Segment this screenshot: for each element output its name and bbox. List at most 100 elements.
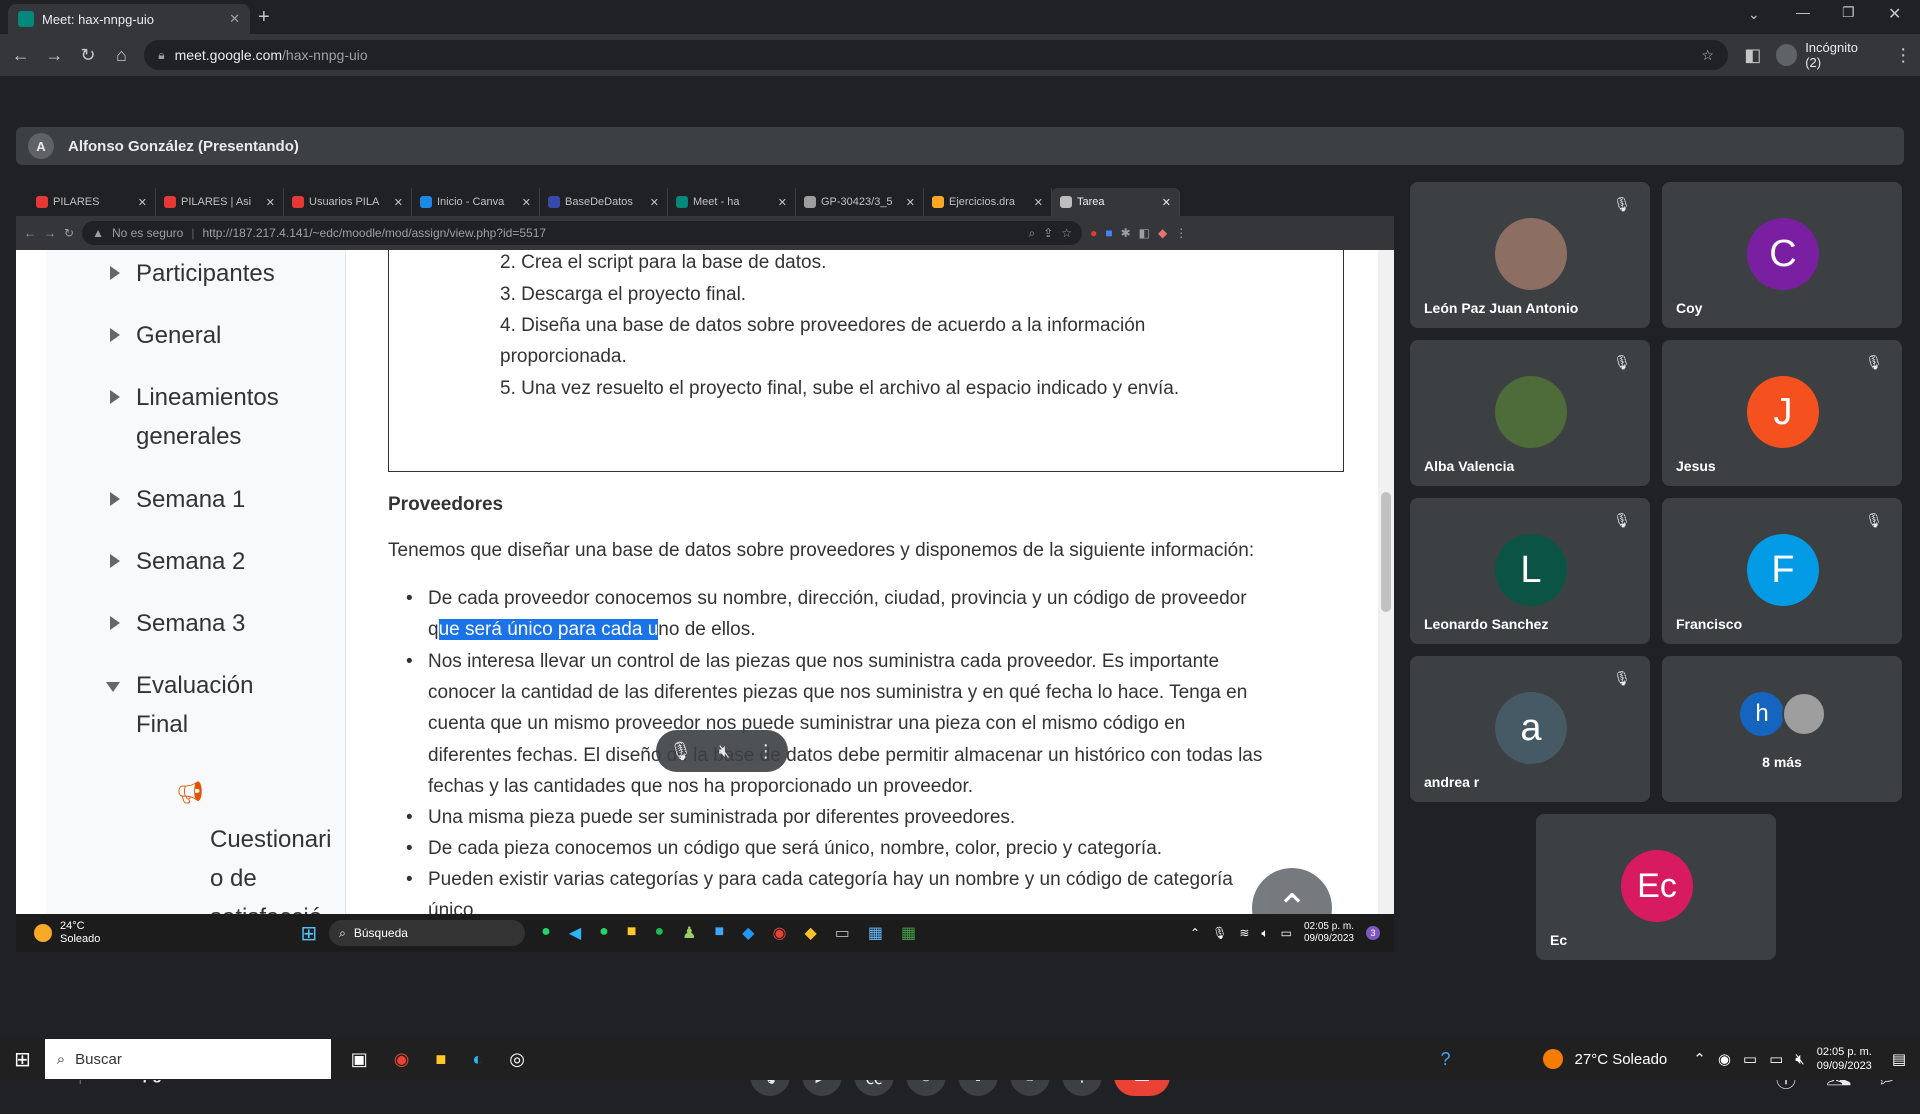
participant-tile[interactable]: JJesus🎙︎	[1662, 340, 1902, 486]
step-4-cont: proporcionada.	[500, 346, 627, 368]
participant-name: 8 más	[1662, 754, 1902, 770]
shared-tab-label: PILARES	[53, 196, 99, 208]
whatsapp-icon: ●	[541, 923, 551, 943]
participant-tile[interactable]: FFrancisco🎙︎	[1662, 498, 1902, 644]
windows-search[interactable]: ⌕Buscar	[45, 1039, 331, 1079]
participant-tile[interactable]: aandrea r🎙︎	[1410, 656, 1650, 802]
vscode-icon: ◆	[742, 923, 754, 943]
participant-tile[interactable]: h 8 más	[1662, 656, 1902, 802]
close-icon[interactable]: ✕	[229, 11, 240, 27]
bullet-5: Pueden existir varias categorías y para …	[428, 869, 1233, 891]
new-tab-icon[interactable]: +	[258, 6, 270, 29]
close-icon: ✕	[522, 196, 531, 209]
participant-tile[interactable]: CCoy	[1662, 182, 1902, 328]
url-bar[interactable]: 🔒︎ meet.google.com/hax-nnpg-uio ☆	[144, 40, 1728, 70]
browser-tab-meet[interactable]: Meet: hax-nnpg-uio ✕	[8, 4, 250, 34]
participant-name: andrea r	[1424, 774, 1479, 790]
forward-icon: →	[44, 226, 56, 240]
home-icon[interactable]: ⌂	[105, 38, 139, 72]
bullet-2-l5: fechas y las cantidades que nos ha propo…	[428, 776, 973, 798]
scrollbar-thumb	[1381, 492, 1391, 612]
triangle-down-icon	[106, 682, 120, 692]
tab-favicon-icon	[292, 196, 304, 208]
incognito-profile[interactable]: Incógnito (2)	[1776, 40, 1877, 70]
nav-semana-2: Semana 2	[136, 542, 245, 581]
profile-label: Incógnito (2)	[1805, 40, 1876, 70]
speaker-icon: 🔈︎	[1261, 926, 1268, 941]
volume-off-icon[interactable]: 🔇︎	[719, 741, 730, 762]
bullet-2-l2: conocer la cantidad de las diferentes pi…	[428, 682, 1247, 704]
incognito-icon	[1776, 44, 1798, 66]
close-window-icon[interactable]: ✕	[1888, 4, 1901, 24]
participant-tile[interactable]: LLeonardo Sanchez🎙︎	[1410, 498, 1650, 644]
menu-dots-icon[interactable]: ⋮	[1886, 38, 1920, 72]
extension-red-icon: ●	[1090, 226, 1097, 240]
bullet-1: De cada proveedor conocemos su nombre, d…	[428, 588, 1247, 610]
notifications-icon[interactable]: ▤	[1892, 1050, 1906, 1068]
chevron-down-icon[interactable]: ⌄	[1748, 6, 1760, 23]
shared-tab-3: Inicio - Canva✕	[412, 188, 540, 216]
participant-tile[interactable]: Ec Ec	[1536, 814, 1776, 960]
folder-icon: ■	[627, 923, 637, 943]
reload-icon[interactable]: ↻	[71, 38, 105, 72]
task-view-icon[interactable]: ▣	[351, 1049, 368, 1070]
assignment-content: 2. Crea el script para la base de datos.…	[346, 250, 1376, 914]
menu-dots-icon: ⋮	[1175, 226, 1187, 240]
megaphone-icon: 📢︎	[176, 780, 204, 806]
meet-tray-icon: ▭	[1743, 1050, 1757, 1068]
bullet-2-l3: cuenta que un mismo proveedor nos puede …	[428, 713, 1185, 735]
course-sidebar: Participantes General Lineamientosgenera…	[46, 250, 346, 914]
participant-tile[interactable]: León Paz Juan Antonio🎙︎	[1410, 182, 1650, 328]
participant-name: Ec	[1550, 932, 1567, 948]
bookmark-star-icon[interactable]: ☆	[1701, 47, 1714, 64]
lock-icon: 🔒︎	[158, 48, 164, 63]
close-icon: ✕	[1034, 196, 1043, 209]
participant-tile[interactable]: Alba Valencia🎙︎	[1410, 340, 1650, 486]
camera-app-icon[interactable]: ◎	[509, 1049, 525, 1070]
chevron-up-icon: ⌃	[1190, 926, 1200, 940]
tray: ⌃🎙︎≋🔈︎▭ 02:05 p. m.09/09/2023 3	[1190, 921, 1394, 945]
record-icon: ◉	[1718, 1050, 1731, 1068]
step-3: 3. Descarga el proyecto final.	[500, 284, 746, 306]
shared-tab-2: Usuarios PILA✕	[284, 188, 412, 216]
sun-icon	[1543, 1049, 1563, 1069]
close-icon: ✕	[138, 196, 147, 209]
participant-name: Alba Valencia	[1424, 458, 1514, 474]
restore-icon[interactable]: ❐	[1842, 4, 1855, 21]
sidepanel-icon: ◧	[1139, 226, 1150, 240]
shared-taskbar: 24°CSoleado ⊞ ⌕Búsqueda ●◀●■●♟■◆◉◆▭▦▦ ⌃🎙…	[16, 914, 1394, 952]
participant-avatar	[1495, 376, 1567, 448]
search-icon: ⌕	[57, 1051, 65, 1068]
mic-off-icon[interactable]: 🎙︎	[669, 741, 692, 762]
side-panel-icon[interactable]: ◧	[1736, 38, 1770, 72]
participant-name: Francisco	[1676, 616, 1742, 632]
participant-name: Leonardo Sanchez	[1424, 616, 1548, 632]
moodle-page: Participantes General Lineamientosgenera…	[16, 250, 1394, 914]
participant-avatar: Ec	[1621, 850, 1693, 922]
windows-start-icon[interactable]: ⊞	[14, 1047, 31, 1072]
shared-tab-6: GP-30423/3_5✕	[796, 188, 924, 216]
participant-avatar: h	[1740, 692, 1784, 736]
step-4: 4. Diseña una base de datos sobre provee…	[500, 315, 1145, 337]
participant-name: Coy	[1676, 300, 1702, 316]
participant-avatar-photo	[1782, 692, 1826, 736]
back-icon[interactable]: ←	[4, 38, 38, 72]
shared-tab-label: Usuarios PILA	[309, 196, 379, 208]
minimize-icon[interactable]: —	[1796, 4, 1810, 20]
close-icon: ✕	[650, 196, 659, 209]
help-icon[interactable]: ?	[1441, 1049, 1451, 1070]
edge-icon[interactable]: ◐	[472, 1049, 483, 1070]
presenter-floating-controls[interactable]: 🎙︎ 🔇︎ ⋮	[656, 730, 788, 772]
windows-tray: ? 27°C Soleado ⌃◉▭▭🔇︎ 02:05 p. m.09/09/2…	[1441, 1045, 1920, 1073]
search-icon: ⌕	[339, 926, 346, 941]
security-label: No es seguro	[112, 226, 183, 240]
tab-favicon-icon	[804, 196, 816, 208]
chrome-icon[interactable]: ◉	[394, 1049, 410, 1070]
forward-icon[interactable]: →	[38, 38, 72, 72]
triangle-icon	[110, 390, 120, 404]
meet-stage: A Alfonso González (Presentando) PILARES…	[0, 76, 1920, 1038]
more-icon[interactable]: ⋮	[757, 741, 775, 762]
taskbar-apps: ●◀●■●♟■◆◉◆▭▦▦	[541, 923, 916, 943]
folder-icon[interactable]: ■	[436, 1049, 447, 1070]
profile-icon: ◆	[1158, 226, 1167, 240]
